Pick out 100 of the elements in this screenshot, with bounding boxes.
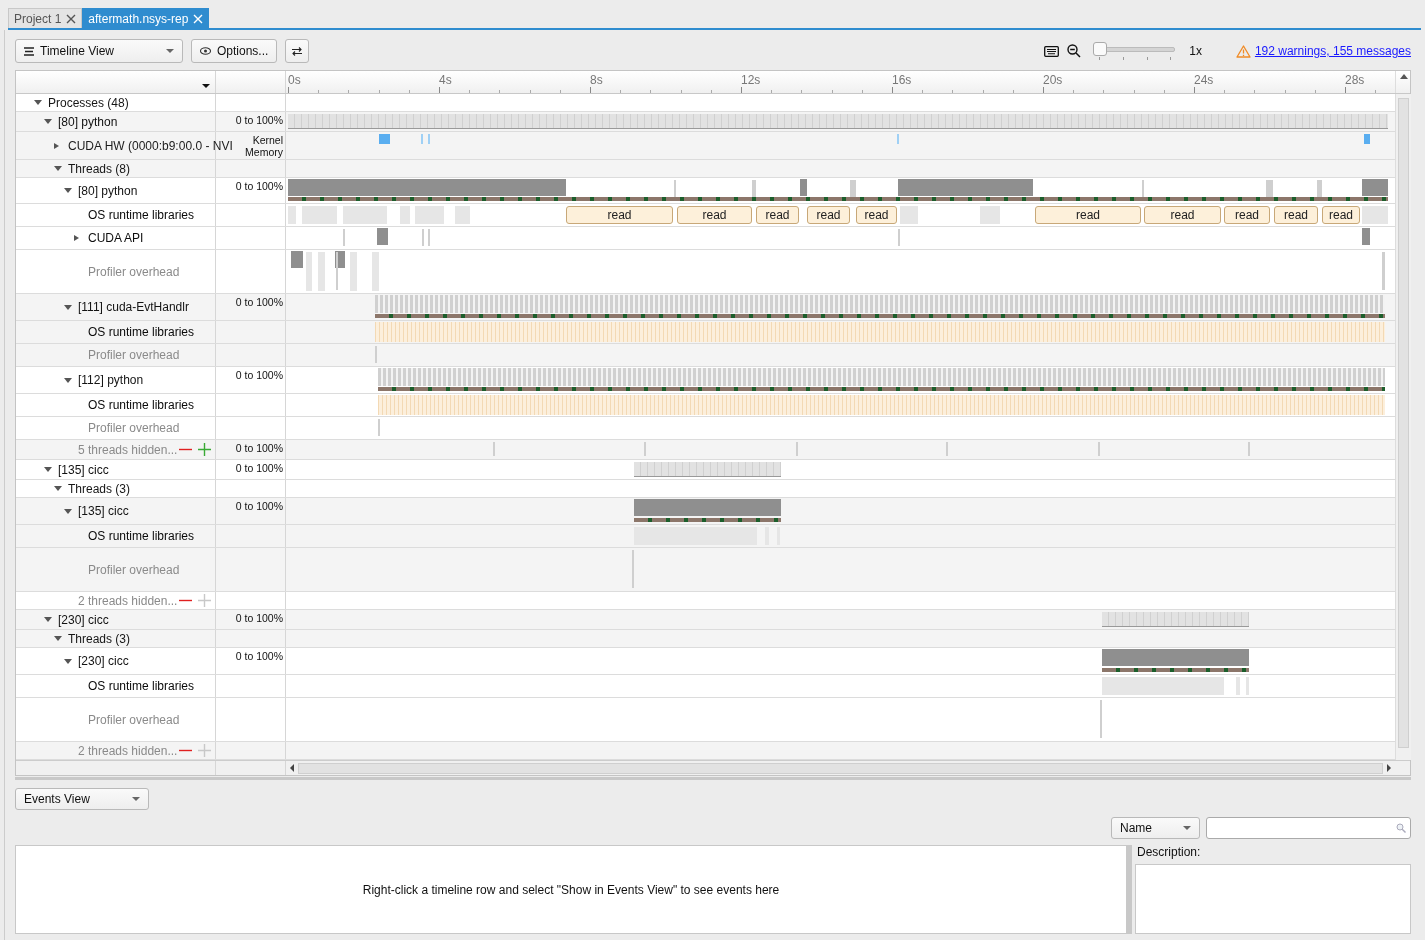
plus-icon[interactable] [198,443,211,456]
row-label: [80] python [78,183,138,198]
row-label: Profiler overhead [88,421,180,435]
row-label: Processes (48) [48,95,129,110]
expand-arrow-icon[interactable] [54,142,59,149]
search-icon [1396,823,1406,833]
slider-thumb[interactable] [1093,42,1108,56]
event-block[interactable]: read [756,206,799,224]
zoom-slider[interactable] [1093,41,1176,61]
caret-icon [132,797,140,801]
activity-tick [644,442,646,456]
expand-arrow-icon[interactable] [54,636,62,641]
event-block[interactable]: read [807,206,850,224]
activity-tick [796,442,798,456]
description-label: Description: [1136,845,1202,861]
row-label: OS runtime libraries [88,208,195,222]
row-label: OS runtime libraries [88,679,195,693]
tick-label: 8s [590,73,603,87]
scale-label: 0 to 100% [235,462,283,474]
event-block[interactable]: read [1035,206,1141,224]
document-tab[interactable]: aftermath.nsys-rep [82,8,210,28]
scale-label: Kernel Memory [245,134,283,158]
tick-label: 16s [892,73,912,87]
scroll-right-icon[interactable] [1387,764,1391,772]
scale-label: 0 to 100% [235,612,283,624]
minus-icon[interactable] [179,599,192,602]
row-label: Threads (3) [68,631,131,646]
minus-icon[interactable] [179,448,192,451]
warnings-link[interactable]: 192 warnings, 155 messages [1254,44,1411,58]
caret-icon[interactable] [202,84,210,88]
expand-arrow-icon[interactable] [44,119,52,124]
event-block[interactable]: read [1224,206,1270,224]
tick-label: 28s [1345,73,1365,87]
activity-tick [632,550,634,588]
activity-tick [898,229,900,246]
event-block[interactable]: read [566,206,673,224]
eye-icon [200,47,211,55]
expand-arrow-icon[interactable] [64,304,72,310]
expand-arrow-icon[interactable] [64,508,72,514]
expand-arrow-icon[interactable] [64,377,72,383]
activity-tick [336,252,338,290]
cpu-usage-bar [1362,179,1388,196]
view-dropdown[interactable]: Timeline View [15,39,183,63]
expand-arrow-icon[interactable] [64,188,72,193]
row-label: Profiler overhead [88,562,180,577]
row-label: CUDA HW (0000:b9:00.0 - NVI [68,138,233,153]
event-block[interactable]: read [1274,206,1318,224]
scale-label: 0 to 100% [235,114,283,126]
event-block[interactable]: read [856,206,897,224]
swap-button[interactable] [285,39,310,63]
cpu-usage-bar [1362,228,1370,245]
minus-icon[interactable] [179,749,192,752]
scroll-left-icon[interactable] [290,764,294,772]
row-label: Profiler overhead [88,264,180,279]
empty-message: Right-click a timeline row and select "Show in Events View" to see events here [362,882,780,897]
vertical-scrollbar[interactable] [1395,94,1411,760]
row-label: [135] cicc [58,462,109,477]
keyboard-icon[interactable] [1044,45,1060,57]
kernel-activity-bar [379,134,390,144]
event-block[interactable]: read [1322,206,1360,224]
expand-arrow-icon[interactable] [64,658,72,664]
row-label: 2 threads hidden... [78,743,178,758]
activity-tick [1382,252,1385,290]
options-button[interactable]: Options... [191,39,278,63]
caret-icon [166,49,174,53]
row-label: 2 threads hidden... [78,593,178,608]
activity-tick [343,229,345,246]
activity-tick [1100,700,1102,738]
search-field[interactable] [1206,817,1411,839]
expand-arrow-icon[interactable] [54,166,62,171]
row-label: 5 threads hidden... [78,442,178,457]
zoom-out-icon[interactable] [1067,44,1082,58]
expand-arrow-icon[interactable] [34,100,42,105]
row-label: Threads (3) [68,481,131,496]
expand-arrow-icon[interactable] [44,617,52,622]
kernel-activity-bar [1364,134,1370,144]
expand-arrow-icon[interactable] [74,235,79,241]
event-block[interactable]: read [677,206,752,224]
cpu-usage-bar [291,251,303,268]
expand-arrow-icon[interactable] [54,486,62,491]
activity-tick [1098,442,1100,456]
scroll-up-icon[interactable] [1399,74,1408,79]
tick-label: 12s [741,73,761,87]
warning-icon [1235,44,1251,58]
events-view-dropdown[interactable]: Events View [15,788,149,810]
scale-label: 0 to 100% [235,650,283,662]
event-block[interactable]: read [1144,206,1221,224]
expand-arrow-icon[interactable] [44,467,52,472]
row-label: [111] cuda-EvtHandlr [78,300,189,314]
row-label: [230] cicc [58,612,109,627]
close-icon[interactable] [66,13,77,24]
row-label: [135] cicc [78,504,129,518]
cpu-usage-bar [377,228,388,245]
document-tab[interactable]: Project 1 [8,8,83,28]
tick-label: 20s [1043,73,1063,87]
tick-label: 4s [439,73,452,87]
row-label: [230] cicc [78,654,129,668]
filter-dropdown[interactable]: Name [1111,817,1200,839]
scale-label: 0 to 100% [235,442,283,454]
row-label: CUDA API [88,231,144,245]
